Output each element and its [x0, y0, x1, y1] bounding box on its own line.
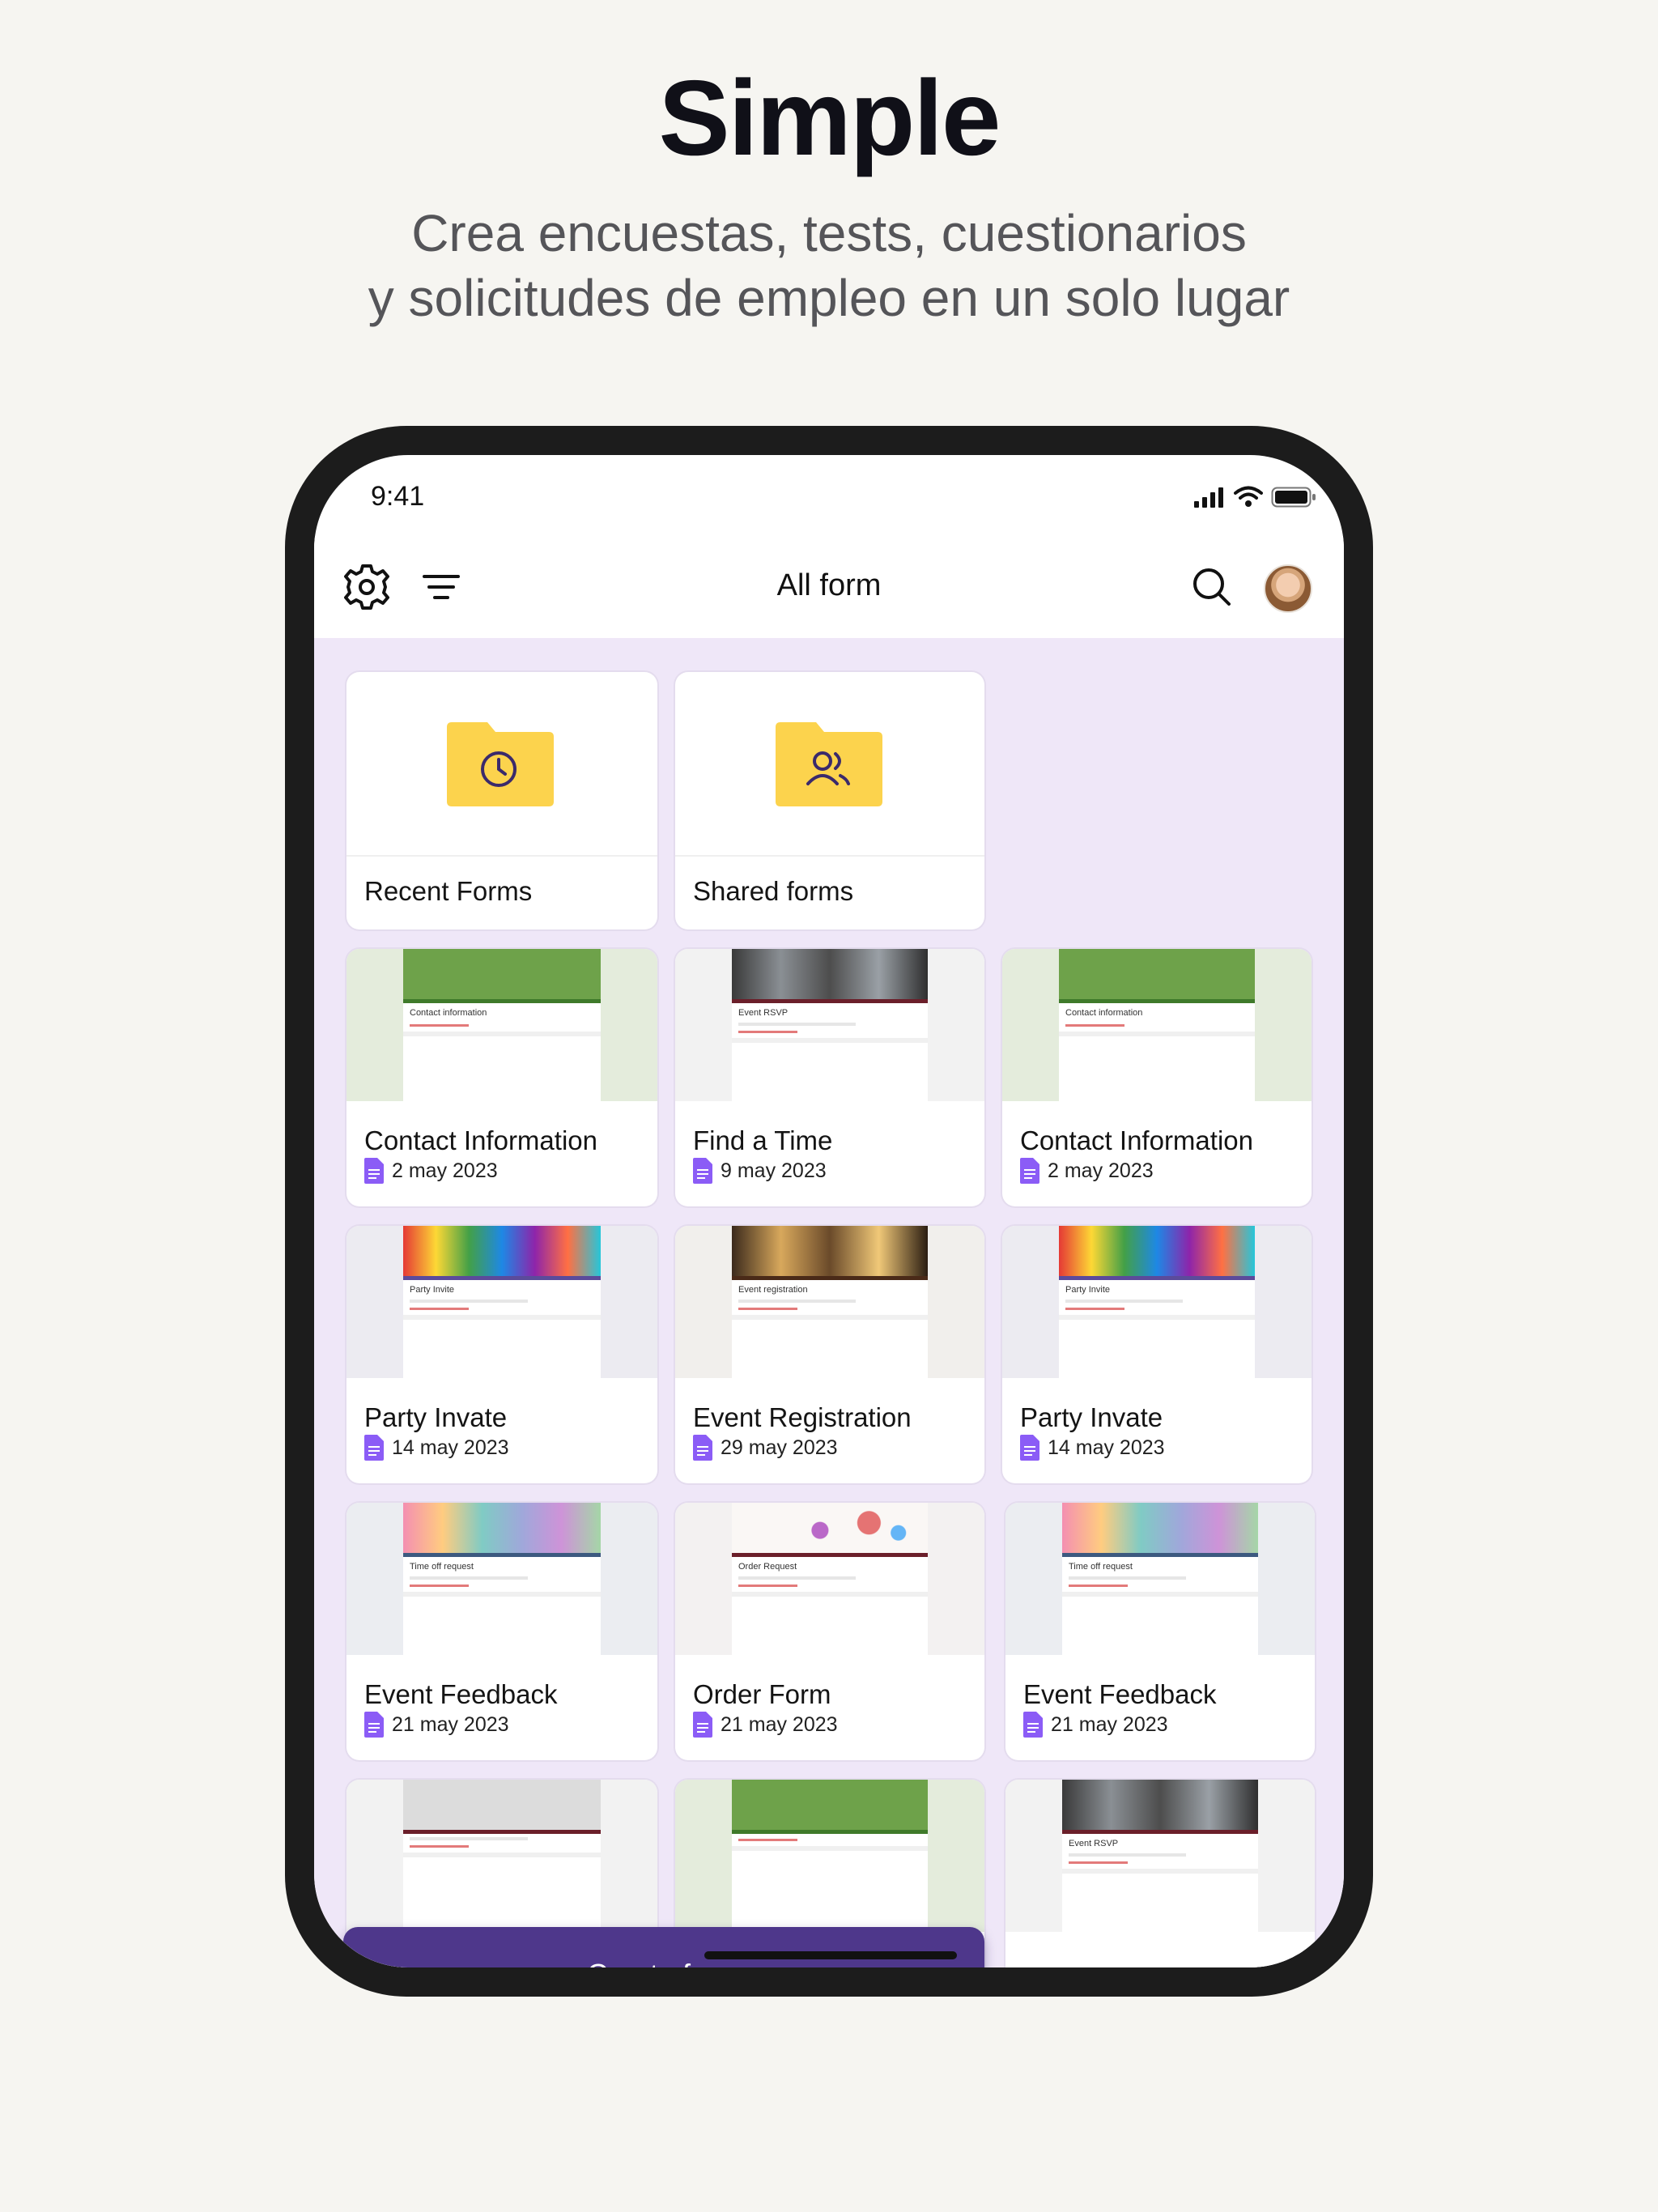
status-bar: 9:41: [314, 455, 1344, 536]
form-title: Event Feedback: [364, 1679, 558, 1709]
form-card[interactable]: Party Invite Party Invate 14 may 2023: [1002, 1226, 1312, 1483]
thumb-title: Party Invite: [410, 1285, 455, 1295]
status-time: 9:41: [371, 481, 425, 512]
folder-label: Recent Forms: [364, 876, 533, 906]
form-date: 14 may 2023: [1048, 1436, 1165, 1459]
thumb-title: Event registration: [738, 1285, 808, 1295]
form-doc-icon: [364, 1158, 384, 1184]
thumb-title: Event RSVP: [738, 1008, 789, 1018]
form-thumbnail: Event registration: [675, 1226, 984, 1378]
form-title: Party Invate: [364, 1402, 508, 1432]
thumb-title: Event RSVP: [1069, 1839, 1119, 1848]
form-date: 21 may 2023: [721, 1712, 838, 1736]
form-thumbnail: Event RSVP: [675, 949, 984, 1101]
form-thumbnail: Party Invite: [1002, 1226, 1312, 1378]
forms-grid: Recent Forms Shared forms Contact inform…: [314, 638, 1344, 1967]
form-card[interactable]: Contact information Contact Information …: [346, 949, 657, 1206]
subline-line-1: Crea encuestas, tests, cuestionarios: [411, 204, 1247, 262]
form-thumbnail: [346, 1780, 657, 1932]
form-doc-icon: [1023, 1712, 1043, 1738]
form-title: Event Registration: [693, 1402, 912, 1432]
form-title: Find a Time: [693, 1125, 833, 1155]
form-card[interactable]: Order Request Order Form 21 may 2023: [675, 1503, 984, 1760]
form-title: Contact Information: [364, 1125, 597, 1155]
form-card[interactable]: Time off request Event Feedback 21 may 2…: [346, 1503, 657, 1760]
form-date: 2 may 2023: [1048, 1159, 1154, 1182]
thumb-title: Time off request: [410, 1562, 474, 1572]
form-date: 14 may 2023: [392, 1436, 509, 1459]
signal-icon: [1194, 487, 1223, 508]
tablet-frame: 9:41 All form Recent Forms Shared forms …: [285, 426, 1373, 1997]
subline-line-2: y solicitudes de empleo en un solo lugar: [368, 269, 1290, 327]
form-doc-icon: [1020, 1435, 1039, 1461]
create-form-button[interactable]: Create form: [343, 1927, 984, 1967]
thumb-title: Contact information: [410, 1008, 487, 1018]
form-doc-icon: [693, 1158, 712, 1184]
form-card[interactable]: Event RSVP: [1005, 1780, 1315, 1967]
form-title: Party Invate: [1020, 1402, 1163, 1432]
form-date: 21 may 2023: [392, 1712, 509, 1736]
home-indicator: [704, 1951, 957, 1959]
form-date: 9 may 2023: [721, 1159, 827, 1182]
form-thumbnail: Order Request: [675, 1503, 984, 1655]
form-thumbnail: Contact information: [346, 949, 657, 1101]
form-doc-icon: [693, 1712, 712, 1738]
thumb-title: Party Invite: [1065, 1285, 1111, 1295]
form-thumbnail: Contact information: [1002, 949, 1312, 1101]
form-date: 29 may 2023: [721, 1436, 838, 1459]
form-card[interactable]: Event RSVP Find a Time 9 may 2023: [675, 949, 984, 1206]
status-icons: [1193, 486, 1316, 508]
folder-card-recent[interactable]: Recent Forms: [346, 672, 657, 929]
form-card[interactable]: Party Invite Party Invate 14 may 2023: [346, 1226, 657, 1483]
search-icon[interactable]: [1187, 562, 1237, 612]
form-title: Event Feedback: [1023, 1679, 1217, 1709]
folder-label: Shared forms: [693, 876, 854, 906]
form-doc-icon: [364, 1712, 384, 1738]
users-folder-icon: [776, 722, 882, 806]
form-doc-icon: [693, 1435, 712, 1461]
thumb-title: Contact information: [1065, 1008, 1143, 1018]
app-header: All form: [314, 536, 1344, 638]
form-title: Order Form: [693, 1679, 831, 1709]
headline: Simple: [658, 58, 1001, 177]
battery-icon: [1271, 487, 1316, 508]
form-date: 2 may 2023: [392, 1159, 498, 1182]
form-card[interactable]: Contact information Contact Information …: [1002, 949, 1312, 1206]
form-thumbnail: Event RSVP: [1005, 1780, 1315, 1932]
wifi-icon: [1234, 486, 1263, 507]
divider: [675, 855, 984, 857]
avatar[interactable]: [1264, 564, 1312, 613]
folder-card-shared[interactable]: Shared forms: [675, 672, 984, 929]
form-date: 21 may 2023: [1051, 1712, 1168, 1736]
thumb-title: Order Request: [738, 1562, 797, 1572]
app-screen: 9:41 All form Recent Forms Shared forms …: [314, 455, 1344, 1967]
subline: Crea encuestas, tests, cuestionarios y s…: [0, 201, 1658, 330]
clock-folder-icon: [447, 722, 554, 806]
form-card[interactable]: Time off request Event Feedback 21 may 2…: [1005, 1503, 1315, 1760]
form-thumbnail: Time off request: [346, 1503, 657, 1655]
form-card[interactable]: Event registration Event Registration 29…: [675, 1226, 984, 1483]
thumb-title: Time off request: [1069, 1562, 1133, 1572]
form-thumbnail: [675, 1780, 984, 1932]
form-title: Contact Information: [1020, 1125, 1253, 1155]
divider: [346, 855, 657, 857]
form-doc-icon: [364, 1435, 384, 1461]
form-doc-icon: [1020, 1158, 1039, 1184]
form-thumbnail: Time off request: [1005, 1503, 1315, 1655]
form-thumbnail: Party Invite: [346, 1226, 657, 1378]
